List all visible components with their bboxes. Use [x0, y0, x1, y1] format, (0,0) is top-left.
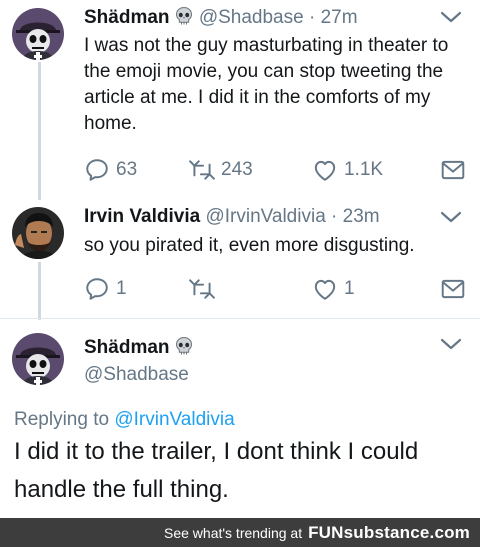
skull-icon: [174, 6, 194, 26]
display-name[interactable]: Shädman: [84, 337, 170, 358]
avatar-image: [12, 207, 64, 259]
replying-prefix: Replying to: [14, 409, 115, 430]
tweet-actions: 1 1: [84, 274, 469, 304]
watermark-footer: See what's trending at FUNsubstance.com: [0, 518, 480, 547]
avatar[interactable]: [12, 8, 64, 60]
like-button[interactable]: 1.1K: [312, 155, 383, 185]
retweet-icon: [189, 157, 215, 183]
like-count: 1: [344, 278, 355, 299]
message-button[interactable]: [440, 274, 472, 304]
envelope-icon: [440, 157, 466, 183]
retweet-icon: [189, 276, 215, 302]
tweet-text: I did it to the trailer, I dont think I …: [14, 438, 419, 503]
replying-mention-link[interactable]: @IrvinValdivia: [114, 409, 234, 430]
footer-brand: FUNsubstance.com: [308, 522, 470, 542]
heart-icon: [312, 276, 338, 302]
chevron-down-icon[interactable]: [440, 210, 462, 224]
tweet-text: so you pirated it, even more disgusting.: [84, 235, 415, 256]
avatar-image: [12, 8, 64, 60]
reply-count: 1: [116, 278, 127, 299]
message-button[interactable]: [440, 155, 472, 185]
envelope-icon: [440, 276, 466, 302]
tweet-header-handle: @Shadbase: [84, 363, 189, 387]
skull-icon: [174, 336, 194, 356]
thread-line: [38, 262, 41, 320]
footer-text: See what's trending at: [164, 524, 303, 541]
like-button[interactable]: 1: [312, 274, 355, 304]
avatar-image: [12, 333, 64, 385]
timestamp[interactable]: 23m: [343, 206, 380, 227]
chevron-down-icon[interactable]: [440, 10, 462, 24]
tweet-header: Shädman @Shadbase · 27m: [84, 6, 358, 30]
retweet-button[interactable]: 243: [189, 155, 253, 185]
avatar[interactable]: [12, 333, 64, 385]
reply-count: 63: [116, 159, 138, 180]
tweet-text: I was not the guy masturbating in theate…: [84, 35, 449, 134]
user-handle[interactable]: @IrvinValdivia: [205, 206, 325, 227]
tweet-header: Shädman: [84, 336, 194, 360]
reply-button[interactable]: 63: [84, 155, 137, 185]
heart-icon: [312, 157, 338, 183]
separator-dot: ·: [331, 206, 338, 227]
thread-line: [38, 62, 41, 200]
tweet-header: Irvin Valdivia @IrvinValdivia · 23m: [84, 205, 380, 229]
reply-icon: [84, 276, 110, 302]
tweet-1: Shädman @Shadbase · 27m I was not the gu…: [0, 0, 480, 200]
retweet-button[interactable]: [189, 274, 221, 304]
user-handle[interactable]: @Shadbase: [199, 7, 304, 28]
like-count: 1.1K: [344, 159, 384, 180]
reply-icon: [84, 157, 110, 183]
separator-dot: ·: [308, 7, 316, 28]
user-handle[interactable]: @Shadbase: [84, 364, 189, 385]
retweet-count: 243: [221, 159, 253, 180]
display-name[interactable]: Irvin Valdivia: [84, 206, 200, 227]
reply-button[interactable]: 1: [84, 274, 127, 304]
tweet-2: Irvin Valdivia @IrvinValdivia · 23m so y…: [0, 200, 480, 320]
tweet-3: Shädman @Shadbase Replying to @IrvinVald…: [0, 319, 480, 518]
display-name[interactable]: Shädman: [84, 7, 170, 28]
replying-to: Replying to @IrvinValdivia: [14, 409, 235, 431]
chevron-down-icon[interactable]: [440, 337, 462, 351]
tweet-actions: 63 243 1.1K: [84, 155, 469, 185]
avatar[interactable]: [12, 207, 64, 259]
timestamp[interactable]: 27m: [321, 7, 358, 28]
